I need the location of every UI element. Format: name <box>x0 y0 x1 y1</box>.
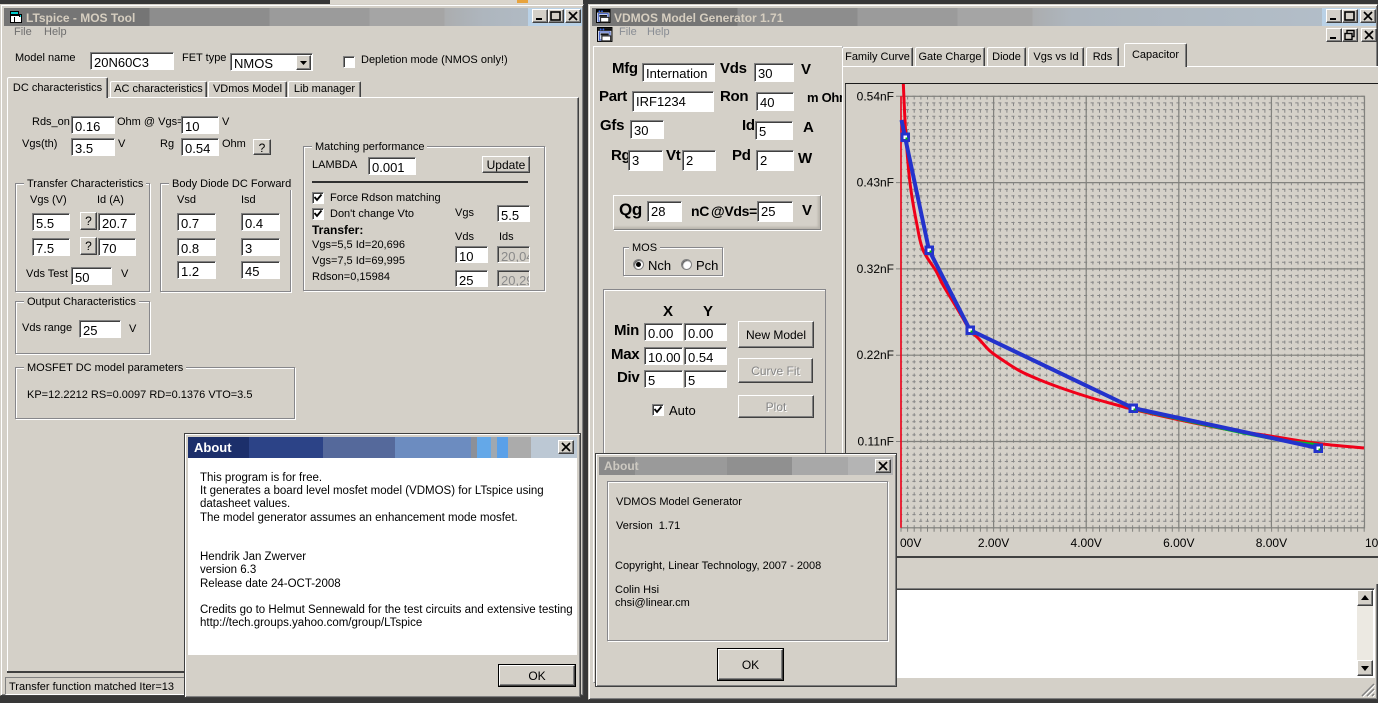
svg-text:0.43nF: 0.43nF <box>857 176 894 190</box>
svg-text:00V: 00V <box>900 536 921 550</box>
svg-text:2.00V: 2.00V <box>978 536 1009 550</box>
svg-text:10.00: 10.00 <box>1365 536 1378 550</box>
svg-text:0.54nF: 0.54nF <box>857 89 894 103</box>
svg-text:0.11nF: 0.11nF <box>858 435 894 449</box>
svg-text:0.32nF: 0.32nF <box>857 262 894 276</box>
svg-text:8.00V: 8.00V <box>1256 536 1287 550</box>
svg-text:4.00V: 4.00V <box>1071 536 1102 550</box>
svg-text:0.22nF: 0.22nF <box>857 348 894 362</box>
svg-text:6.00V: 6.00V <box>1163 536 1194 550</box>
